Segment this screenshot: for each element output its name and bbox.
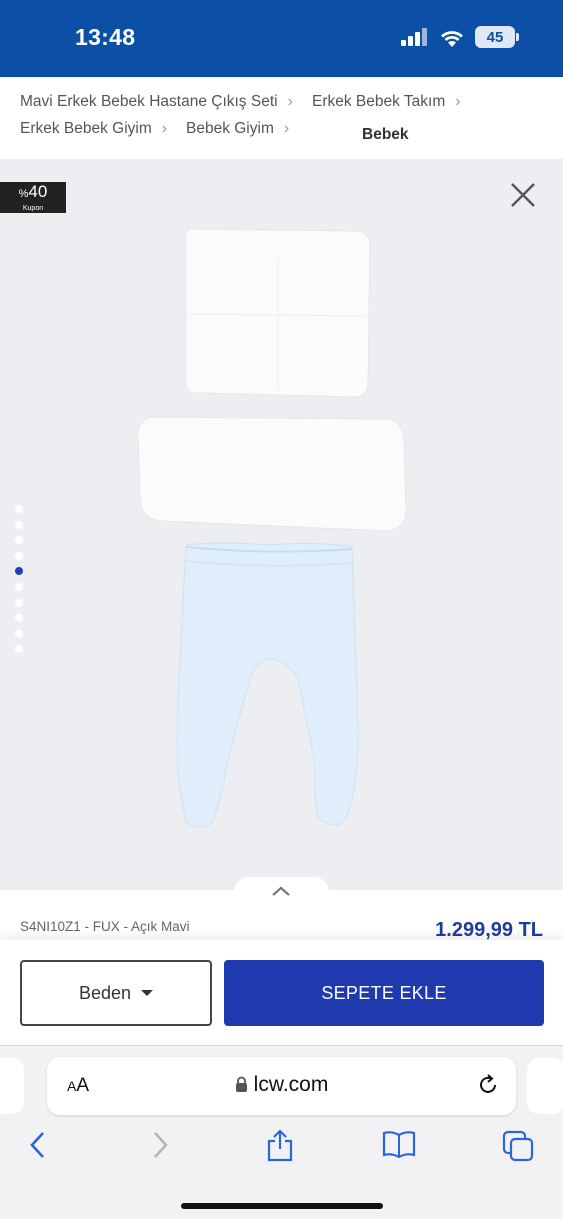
gallery-dot[interactable]: [15, 645, 23, 654]
address-bar[interactable]: AA lcw.com: [47, 1057, 516, 1115]
back-icon[interactable]: [28, 1130, 48, 1160]
previous-tab-preview[interactable]: [0, 1058, 24, 1114]
coupon-value: 40: [28, 182, 48, 201]
gallery-dot[interactable]: [15, 520, 23, 529]
product-image-gallery[interactable]: %40 Kupon: [0, 159, 563, 890]
caret-down-icon: [141, 990, 154, 996]
gallery-dot[interactable]: [15, 629, 23, 638]
breadcrumb-item[interactable]: Bebek Giyim ›: [186, 120, 289, 138]
close-icon[interactable]: [509, 181, 537, 209]
product-price: 1.299,99 TL: [435, 919, 543, 941]
home-indicator: [181, 1203, 383, 1209]
reload-icon[interactable]: [476, 1073, 500, 1097]
forward-icon[interactable]: [150, 1130, 170, 1160]
coupon-label: Kupon: [22, 205, 44, 212]
bookmarks-icon[interactable]: [382, 1130, 416, 1158]
status-time: 13:48: [75, 24, 136, 50]
chevron-right-icon: ›: [161, 120, 168, 137]
breadcrumb: Mavi Erkek Bebek Hastane Çıkış Seti › Erk…: [0, 77, 563, 159]
expand-handle[interactable]: [234, 877, 329, 907]
gallery-dot[interactable]: [15, 582, 23, 591]
product-sku: S4NI10Z1 - FUX - Açık Mavi: [20, 919, 190, 934]
breadcrumb-item[interactable]: Mavi Erkek Bebek Hastane Çıkış Seti ›: [20, 93, 293, 111]
gallery-dot[interactable]: [15, 505, 23, 513]
battery-icon: 45: [475, 26, 519, 48]
status-bar: 13:48 45: [0, 0, 563, 77]
chevron-right-icon: ›: [283, 120, 290, 137]
action-bar: Beden SEPETE EKLE: [0, 940, 563, 1045]
add-to-cart-button[interactable]: SEPETE EKLE: [224, 960, 544, 1026]
chevron-right-icon: ›: [455, 93, 461, 110]
browser-toolbar: AA lcw.com: [0, 1045, 563, 1219]
size-select-label: Beden: [78, 982, 132, 1003]
gallery-dot-active[interactable]: [15, 567, 23, 576]
signal-icon: [401, 28, 427, 46]
product-image: [137, 228, 407, 828]
breadcrumb-item[interactable]: Erkek Bebek Giyim ›: [20, 120, 167, 138]
lock-icon: [235, 1076, 247, 1092]
size-select-button[interactable]: Beden: [20, 960, 212, 1026]
gallery-dot[interactable]: [15, 551, 23, 560]
chevron-up-icon: [272, 886, 290, 896]
add-to-cart-label: SEPETE EKLE: [321, 982, 447, 1003]
next-tab-preview[interactable]: [527, 1058, 563, 1114]
breadcrumb-current: Bebek: [362, 126, 409, 143]
gallery-pagination: [15, 505, 25, 661]
coupon-percent-sign: %: [18, 188, 29, 200]
wifi-icon: [441, 30, 463, 47]
breadcrumb-item[interactable]: Erkek Bebek Takım ›: [312, 93, 461, 111]
chevron-right-icon: ›: [287, 93, 293, 110]
tabs-icon[interactable]: [502, 1130, 534, 1162]
share-icon[interactable]: [265, 1128, 295, 1162]
url-display[interactable]: lcw.com: [47, 1073, 516, 1097]
domain-text: lcw.com: [253, 1073, 329, 1096]
gallery-dot[interactable]: [15, 598, 23, 607]
battery-level: 45: [486, 28, 504, 46]
gallery-dot[interactable]: [15, 536, 23, 545]
status-icons: 45: [401, 26, 519, 48]
gallery-dot[interactable]: [15, 614, 23, 623]
coupon-badge: %40 Kupon: [0, 182, 66, 213]
